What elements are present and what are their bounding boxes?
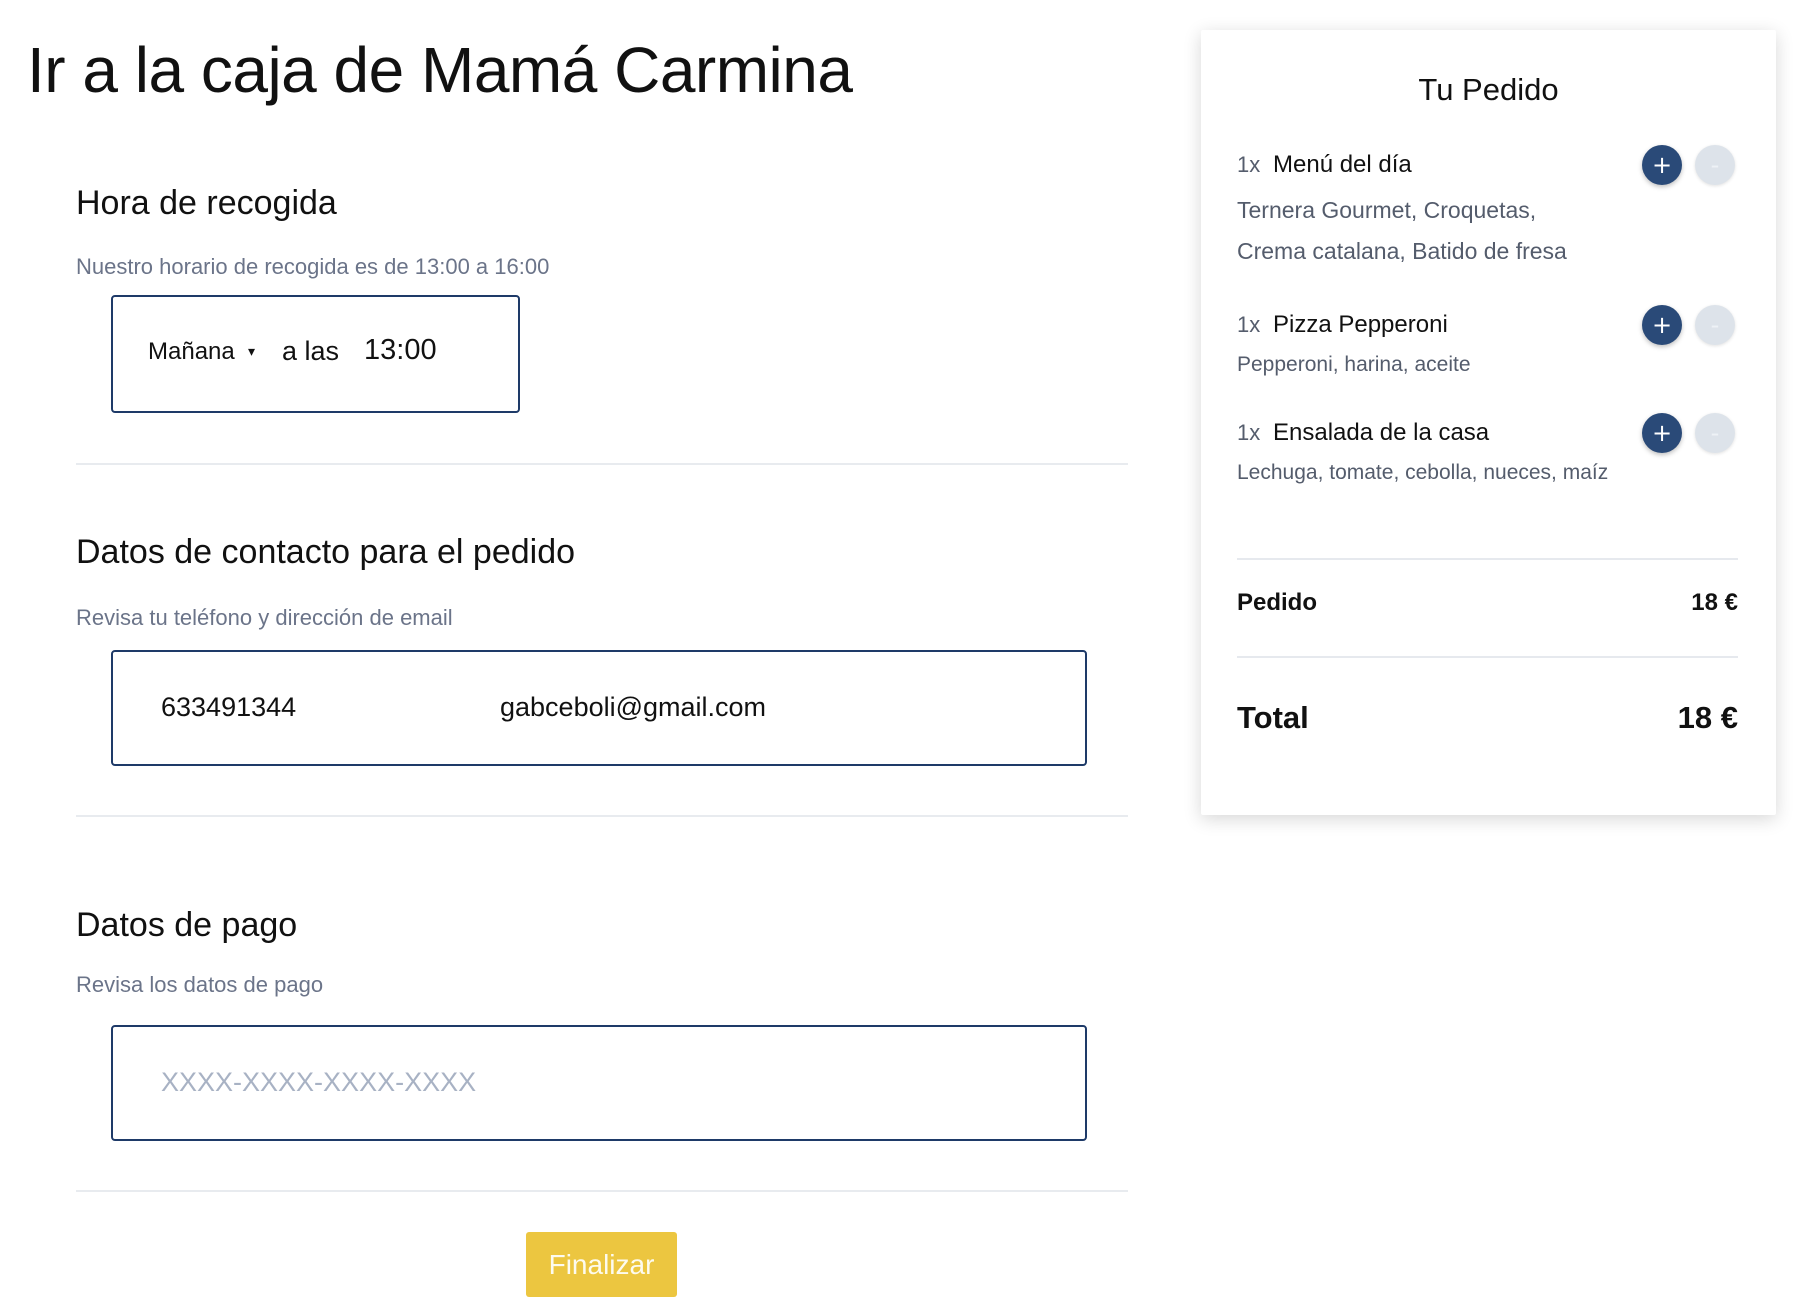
page-title: Ir a la caja de Mamá Carmina	[27, 34, 853, 106]
decrement-button[interactable]: -	[1695, 145, 1735, 185]
card-divider	[1237, 558, 1738, 560]
item-description-line: Crema catalana, Batido de fresa	[1237, 238, 1567, 264]
card-number-field[interactable]	[161, 1065, 1021, 1099]
increment-button[interactable]: +	[1642, 413, 1682, 453]
item-quantity: 1x	[1237, 420, 1261, 445]
phone-field[interactable]	[161, 690, 461, 724]
finalize-button[interactable]: Finalizar	[526, 1232, 677, 1297]
item-description: Ternera Gourmet, Croquetas, Crema catala…	[1237, 190, 1567, 272]
order-title: Tu Pedido	[1418, 72, 1559, 107]
pickup-heading: Hora de recogida	[76, 184, 337, 222]
item-description-line: Pepperoni, harina, aceite	[1237, 353, 1471, 376]
item-quantity: 1x	[1237, 312, 1261, 337]
subtotal-value: 18 €	[1691, 589, 1738, 616]
chevron-down-icon[interactable]: ▾	[248, 341, 255, 361]
pickup-day-select[interactable]: Mañana	[148, 337, 235, 367]
item-name: Menú del día	[1273, 151, 1412, 178]
increment-button[interactable]: +	[1642, 145, 1682, 185]
payment-field-box	[111, 1025, 1087, 1141]
pickup-subtitle: Nuestro horario de recogida es de 13:00 …	[76, 254, 550, 279]
item-name: Ensalada de la casa	[1273, 419, 1490, 446]
payment-heading: Datos de pago	[76, 906, 298, 944]
decrement-button[interactable]: -	[1695, 305, 1735, 345]
item-description: Pepperoni, harina, aceite	[1237, 350, 1471, 380]
total-label: Total	[1237, 700, 1309, 735]
card-divider	[1237, 656, 1738, 658]
email-field[interactable]	[500, 690, 1020, 724]
contact-heading: Datos de contacto para el pedido	[76, 533, 576, 571]
contact-fields-box	[111, 650, 1087, 766]
pickup-time-box: Mañana ▾ a las	[111, 295, 520, 413]
decrement-button[interactable]: -	[1695, 413, 1735, 453]
payment-subtitle: Revisa los datos de pago	[76, 972, 324, 997]
pickup-time-input[interactable]	[364, 333, 484, 367]
section-divider	[76, 1190, 1128, 1192]
section-divider	[76, 815, 1128, 817]
item-description-line: Lechuga, tomate, cebolla, nueces, maíz	[1237, 461, 1609, 484]
subtotal-label: Pedido	[1237, 589, 1318, 616]
item-description: Lechuga, tomate, cebolla, nueces, maíz	[1237, 458, 1608, 488]
total-value: 18 €	[1677, 700, 1738, 735]
item-quantity: 1x	[1237, 152, 1261, 177]
section-divider	[76, 463, 1128, 465]
item-description-line: Ternera Gourmet, Croquetas,	[1237, 197, 1537, 223]
order-summary-card: Tu Pedido 1x Menú del día Ternera Gourme…	[1201, 30, 1776, 815]
contact-subtitle: Revisa tu teléfono y dirección de email	[76, 605, 453, 630]
item-name: Pizza Pepperoni	[1273, 311, 1448, 338]
pickup-at-label: a las	[282, 336, 340, 366]
increment-button[interactable]: +	[1642, 305, 1682, 345]
